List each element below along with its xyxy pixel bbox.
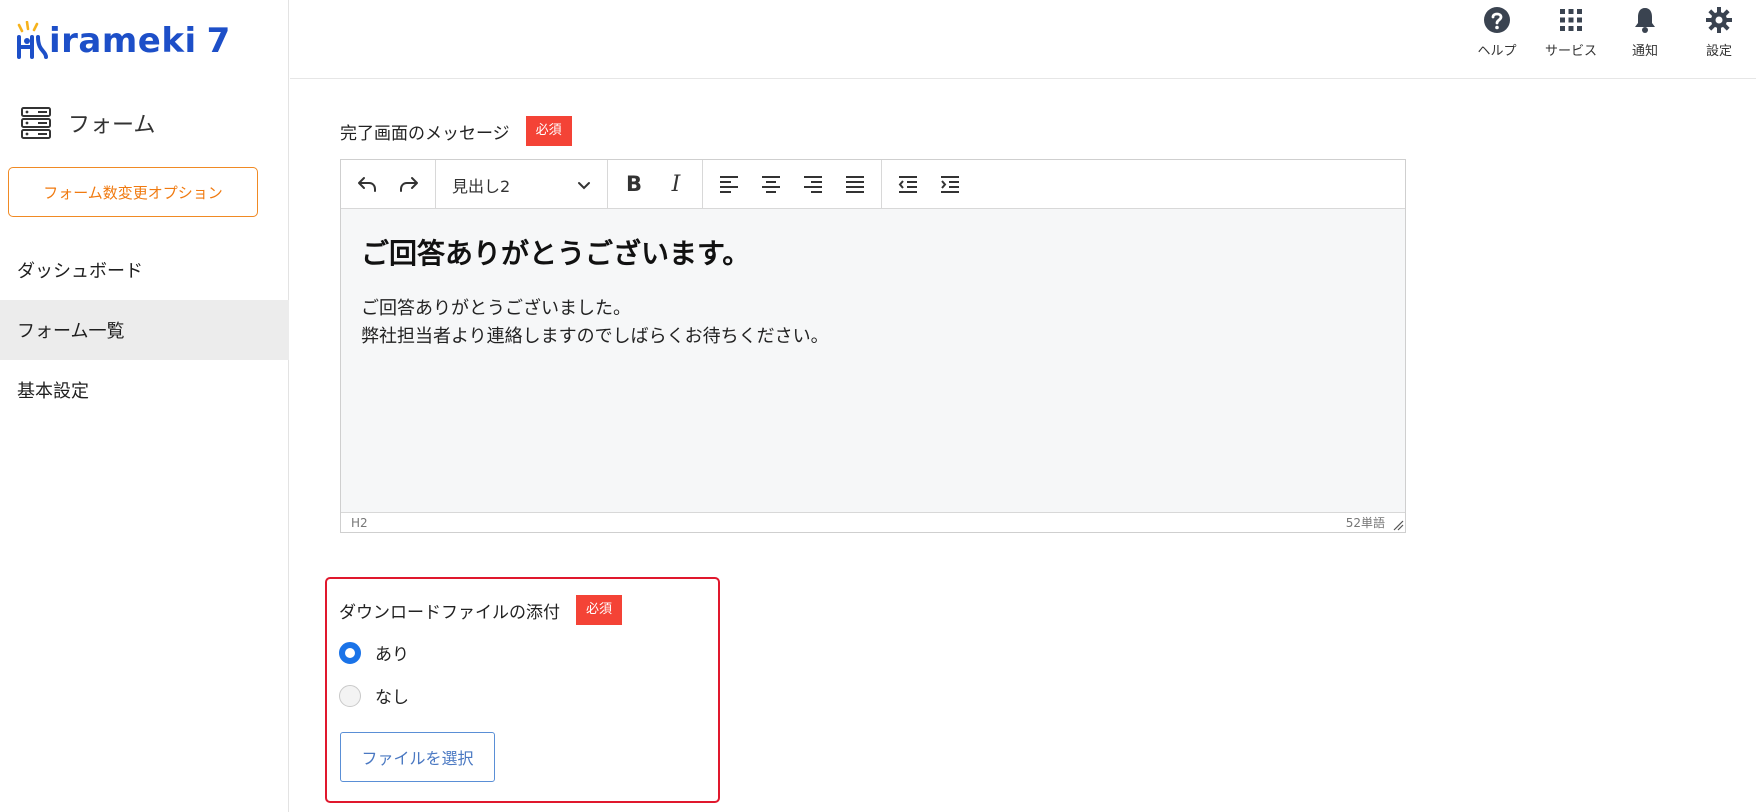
word-count: 52単語	[1345, 516, 1385, 530]
radio-label-no: なし	[375, 688, 409, 708]
undo-icon	[358, 177, 376, 192]
undo-button[interactable]	[347, 166, 387, 202]
bold-icon: B	[625, 172, 642, 196]
bold-button[interactable]: B	[614, 166, 654, 202]
redo-button[interactable]	[389, 166, 429, 202]
sun-icon	[17, 20, 48, 59]
top-icon-group: ヘルプ サービス 通知 設定	[1460, 4, 1756, 59]
download-label-text: ダウンロードファイルの添付	[339, 602, 560, 623]
settings-label: 設定	[1705, 44, 1732, 59]
align-center-button[interactable]	[751, 166, 791, 202]
resize-handle-icon[interactable]	[1392, 519, 1404, 531]
justify-button[interactable]	[835, 166, 875, 202]
align-group	[703, 160, 882, 208]
radio-label-yes: あり	[375, 645, 409, 665]
settings-button[interactable]: 設定	[1682, 4, 1756, 59]
align-left-button[interactable]	[709, 166, 749, 202]
align-right-icon	[804, 176, 822, 193]
services-label: サービス	[1544, 44, 1597, 59]
message-label-text: 完了画面のメッセージ	[340, 123, 510, 144]
redo-icon	[400, 177, 418, 192]
content-line-2: 弊社担当者より連絡しますのでしばらくお待ちください。	[361, 325, 829, 347]
radio-option-yes[interactable]: あり	[339, 640, 409, 665]
indent-group	[882, 160, 976, 208]
gear-icon	[1706, 7, 1732, 33]
sidebar-section-title: フォーム	[20, 106, 155, 140]
sidebar: irameki 7 フォーム フォーム数変更オプション ダッシュボード フォーム…	[0, 0, 289, 812]
message-field-label: 完了画面のメッセージ 必須	[340, 116, 572, 146]
heading-select[interactable]: 見出し2	[436, 160, 608, 209]
indent-button[interactable]	[930, 166, 970, 202]
indent-icon	[941, 176, 959, 193]
sidebar-nav: ダッシュボード フォーム一覧 基本設定	[0, 240, 289, 420]
align-left-icon	[720, 176, 738, 193]
logo-mark	[16, 20, 48, 61]
editor-statusbar: H2 52単語	[341, 512, 1405, 532]
choose-file-button[interactable]: ファイルを選択	[340, 732, 495, 782]
help-icon	[1484, 7, 1510, 33]
element-path[interactable]: H2	[351, 516, 368, 530]
sidebar-section-label: フォーム	[68, 113, 156, 138]
notifications-label: 通知	[1631, 44, 1658, 59]
heading-select-value: 見出し2	[452, 176, 511, 196]
logo[interactable]: irameki 7	[16, 18, 230, 64]
services-button[interactable]: サービス	[1534, 4, 1608, 59]
editor-content[interactable]: ご回答ありがとうございます。 ご回答ありがとうございました。 弊社担当者より連絡…	[341, 209, 1405, 512]
radio-option-no[interactable]: なし	[339, 683, 409, 708]
required-badge: 必須	[576, 595, 623, 625]
content-heading: ご回答ありがとうございます。	[361, 237, 751, 270]
required-badge: 必須	[525, 116, 572, 146]
format-group: B I	[608, 160, 703, 208]
editor-toolbar: 見出し2 B I	[341, 160, 1405, 209]
radio-button-selected[interactable]	[339, 641, 361, 664]
radio-button-unselected[interactable]	[339, 684, 361, 707]
logo-text: irameki	[49, 21, 197, 61]
logo-number: 7	[206, 21, 231, 61]
notifications-button[interactable]: 通知	[1608, 4, 1682, 59]
sidebar-item-form-list[interactable]: フォーム一覧	[0, 300, 289, 360]
outdent-icon	[898, 176, 917, 193]
italic-button[interactable]: I	[656, 166, 696, 202]
justify-icon	[846, 176, 864, 193]
rich-text-editor: 見出し2 B I ご回答ありがとうございます。 ご回答ありがとうございました。 …	[340, 159, 1406, 533]
server-icon	[21, 107, 51, 139]
help-label: ヘルプ	[1477, 44, 1517, 59]
align-center-icon	[762, 176, 780, 193]
help-button[interactable]: ヘルプ	[1460, 4, 1534, 59]
sidebar-item-basic-settings[interactable]: 基本設定	[0, 360, 289, 420]
history-group	[341, 160, 436, 208]
form-count-option-button[interactable]: フォーム数変更オプション	[8, 167, 258, 217]
italic-icon: I	[671, 171, 681, 197]
download-field-label: ダウンロードファイルの添付 必須	[339, 595, 623, 625]
align-right-button[interactable]	[793, 166, 833, 202]
bell-icon	[1635, 8, 1655, 33]
grid-icon	[1560, 9, 1582, 31]
chevron-down-icon	[578, 181, 590, 189]
sidebar-item-dashboard[interactable]: ダッシュボード	[0, 240, 289, 300]
outdent-button[interactable]	[888, 166, 928, 202]
top-bar: ヘルプ サービス 通知 設定	[290, 0, 1756, 79]
content-line-1: ご回答ありがとうございました。	[361, 297, 631, 319]
